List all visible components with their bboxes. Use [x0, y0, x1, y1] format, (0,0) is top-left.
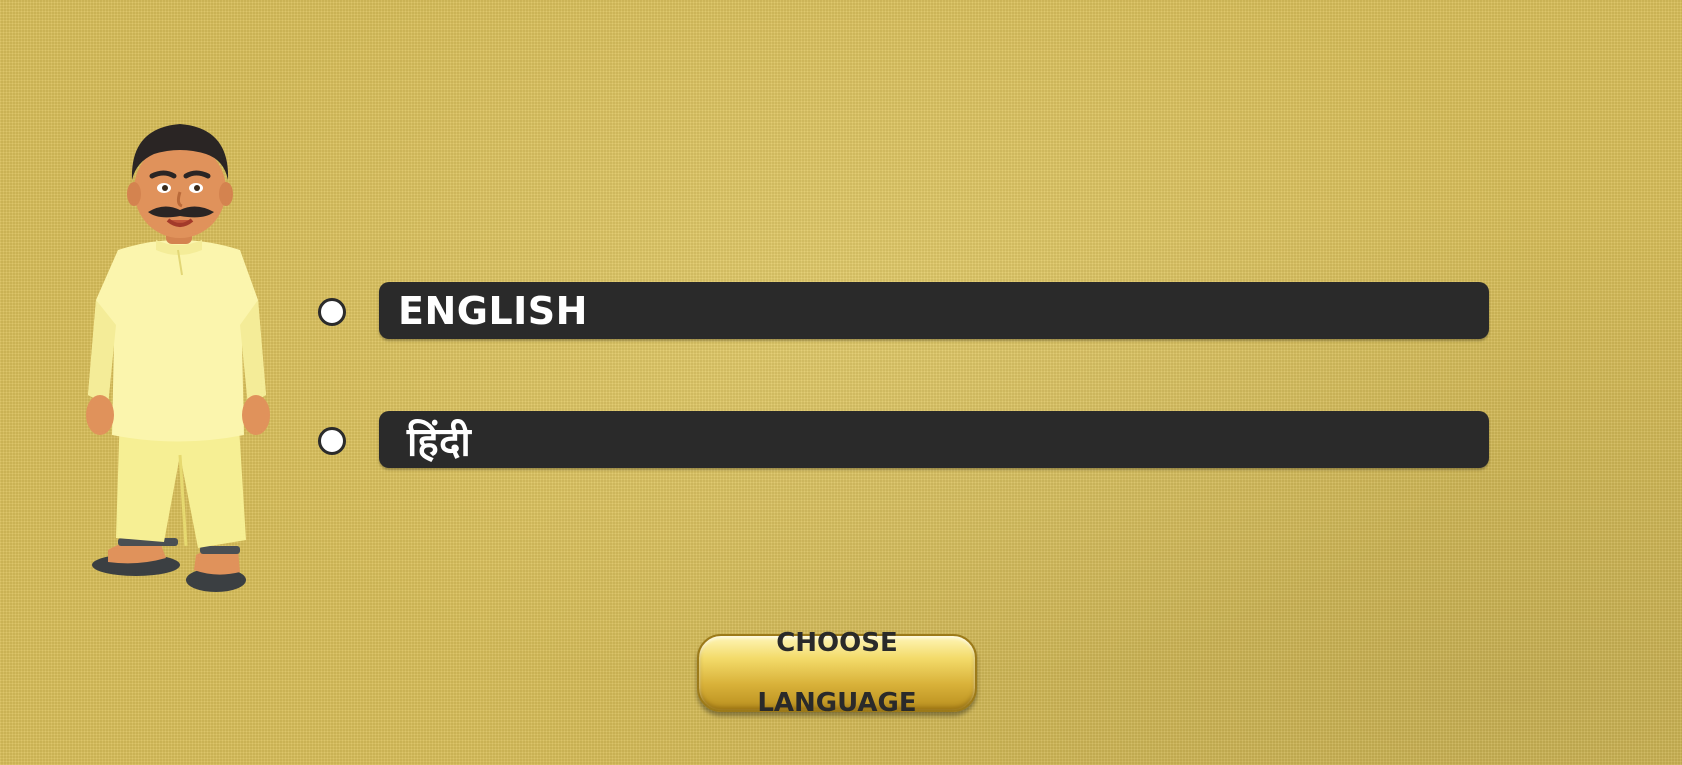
language-bar-hindi[interactable]: हिंदी	[379, 411, 1489, 468]
choose-language-label-line2: LANGUAGE	[757, 688, 917, 718]
choose-language-button[interactable]: CHOOSE LANGUAGE	[697, 628, 977, 718]
language-bar-english[interactable]: ENGLISH	[379, 282, 1489, 339]
language-label-hindi: हिंदी	[407, 419, 472, 465]
radio-english-icon[interactable]	[318, 298, 346, 326]
choose-language-label-line1: CHOOSE	[776, 628, 898, 658]
radio-hindi-icon[interactable]	[318, 427, 346, 455]
choose-language-label: CHOOSE LANGUAGE	[717, 598, 957, 748]
villager-character-icon	[86, 124, 270, 592]
language-option-hindi[interactable]: हिंदी	[318, 410, 1490, 470]
language-select-screen: ENGLISH हिंदी CHOOSE LANGUAGE	[0, 0, 1682, 765]
language-option-english[interactable]: ENGLISH	[318, 281, 1490, 341]
language-label-english: ENGLISH	[398, 288, 588, 333]
